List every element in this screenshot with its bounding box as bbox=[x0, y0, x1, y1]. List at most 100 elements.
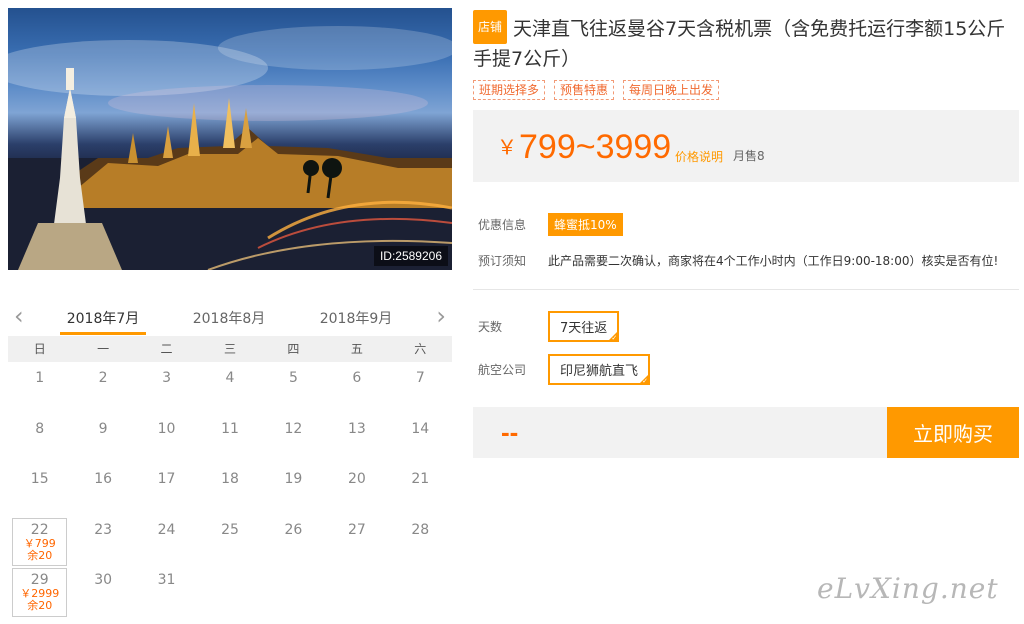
tab-month-2018-08[interactable]: 2018年8月 bbox=[184, 308, 274, 328]
calendar-day: 1 bbox=[8, 364, 71, 415]
calendar-day: 4 bbox=[198, 364, 261, 415]
calendar-day: 16 bbox=[71, 465, 134, 516]
calendar-day: 18 bbox=[198, 465, 261, 516]
total-price: -- bbox=[501, 417, 519, 447]
calendar-day: 10 bbox=[135, 415, 198, 466]
monthly-sales: 月售8 bbox=[733, 149, 765, 163]
discount-badge: 蜂蜜抵10% bbox=[548, 213, 623, 236]
day-number: 6 bbox=[352, 370, 362, 386]
day-number: 16 bbox=[94, 471, 113, 487]
currency-symbol: ￥ bbox=[497, 137, 517, 159]
calendar-day: 14 bbox=[389, 415, 452, 466]
image-id-badge: ID:2589206 bbox=[373, 246, 448, 266]
day-number: 24 bbox=[157, 521, 176, 538]
calendar-day: 5 bbox=[262, 364, 325, 415]
chevron-right-icon[interactable]: › bbox=[436, 302, 446, 330]
chevron-left-icon[interactable]: ‹ bbox=[14, 302, 24, 330]
section-divider bbox=[473, 289, 1019, 290]
tag-sunday-departure: 每周日晚上出发 bbox=[623, 80, 720, 100]
days-label: 天数 bbox=[478, 320, 503, 334]
tab-month-2018-09[interactable]: 2018年9月 bbox=[311, 308, 401, 328]
day-number: 13 bbox=[347, 420, 366, 437]
calendar-day: 24 bbox=[135, 516, 198, 567]
product-title: 天津直飞往返曼谷7天含税机票（含免费托运行李额15公斤手提7公斤） bbox=[473, 18, 1006, 70]
booking-notice: 此产品需要二次确认，商家将在4个工作小时内（工作日9:00-18:00）核实是否… bbox=[548, 254, 999, 268]
calendar-day-available[interactable]: 29 ￥2999 余20 bbox=[12, 568, 68, 617]
day-number: 4 bbox=[225, 370, 235, 386]
weekday-wed: 三 bbox=[223, 342, 236, 356]
calendar-day: 19 bbox=[262, 465, 325, 516]
day-number: 18 bbox=[221, 471, 239, 487]
tab-month-2018-07[interactable]: 2018年7月 bbox=[58, 308, 148, 335]
tag-schedule-options: 班期选择多 bbox=[473, 80, 546, 100]
calendar-day: 3 bbox=[135, 364, 198, 415]
buy-now-button[interactable]: 立即购买 bbox=[887, 407, 1019, 458]
calendar-day: 20 bbox=[325, 465, 388, 516]
price-range-value: 799~3999 bbox=[519, 128, 672, 166]
weekday-tue: 二 bbox=[160, 342, 173, 356]
calendar-day: 21 bbox=[389, 465, 452, 516]
day-number: 1 bbox=[35, 370, 45, 386]
day-number: 21 bbox=[411, 471, 430, 487]
calendar-day: 2 bbox=[71, 364, 134, 415]
day-number: 5 bbox=[288, 370, 298, 386]
day-price: ￥799 bbox=[23, 536, 56, 550]
calendar-day: 6 bbox=[325, 364, 388, 415]
calendar-day: 31 bbox=[135, 566, 198, 617]
day-number: 28 bbox=[411, 521, 430, 538]
calendar-day: 25 bbox=[198, 516, 261, 567]
month-navigation: ‹ 2018年7月 2018年8月 2018年9月 › bbox=[8, 300, 452, 336]
day-number: 19 bbox=[284, 471, 303, 487]
feature-tags: 班期选择多 预售特惠 每周日晚上出发 bbox=[473, 80, 720, 100]
product-header: 店铺 天津直飞往返曼谷7天含税机票（含免费托运行李额15公斤手提7公斤） bbox=[473, 10, 1018, 74]
weekday-mon: 一 bbox=[97, 342, 110, 356]
weekday-sun: 日 bbox=[33, 342, 46, 356]
product-photo: ID:2589206 bbox=[8, 8, 452, 270]
calendar-day: 11 bbox=[198, 415, 261, 466]
temple-night-illustration bbox=[8, 26, 452, 270]
day-number: 9 bbox=[98, 420, 108, 437]
day-number: 31 bbox=[157, 572, 176, 588]
day-number: 23 bbox=[94, 521, 113, 538]
airline-option-label: 印尼狮航直飞 bbox=[560, 364, 639, 379]
calendar-day-available[interactable]: 22 ￥799 余20 bbox=[12, 517, 68, 566]
discount-label: 优惠信息 bbox=[478, 218, 527, 232]
price-range: ￥799~3999 bbox=[497, 128, 671, 167]
day-number: 27 bbox=[347, 521, 366, 538]
notice-label: 预订须知 bbox=[478, 254, 527, 268]
day-number: 14 bbox=[411, 420, 430, 437]
departure-calendar: 日 一 二 三 四 五 六 1 2 3 4 5 6 7 8 9 10 11 12 13 14 15 16 17 1… bbox=[8, 336, 452, 617]
tag-presale-deal: 预售特惠 bbox=[554, 80, 615, 100]
shop-badge: 店铺 bbox=[473, 10, 508, 44]
purchase-bar: -- 立即购买 bbox=[473, 407, 1019, 458]
price-explain-link[interactable]: 价格说明 bbox=[675, 148, 723, 165]
site-watermark: eLvXing.net bbox=[817, 572, 999, 605]
day-number: 2 bbox=[98, 370, 108, 386]
days-option-7day-roundtrip[interactable]: 7天往返 ✓ bbox=[548, 311, 620, 342]
day-number: 20 bbox=[347, 471, 366, 487]
price-panel: ￥799~3999 价格说明 月售8 bbox=[473, 110, 1019, 182]
calendar-day: 26 bbox=[262, 516, 325, 567]
weekday-thu: 四 bbox=[287, 342, 300, 356]
day-number: 3 bbox=[162, 370, 172, 386]
day-number: 15 bbox=[30, 471, 49, 487]
weekday-fri: 五 bbox=[350, 342, 363, 356]
day-number: 10 bbox=[157, 420, 176, 437]
airline-label: 航空公司 bbox=[478, 363, 527, 377]
day-number: 30 bbox=[94, 572, 113, 588]
day-stock: 余20 bbox=[27, 599, 53, 612]
weekday-sat: 六 bbox=[414, 342, 427, 356]
day-number: 12 bbox=[284, 420, 303, 437]
weekday-header: 日 一 二 三 四 五 六 bbox=[8, 336, 452, 362]
airline-option-lion-air[interactable]: 印尼狮航直飞 ✓ bbox=[548, 354, 651, 385]
calendar-day: 12 bbox=[262, 415, 325, 466]
day-number: 7 bbox=[415, 370, 425, 386]
day-number: 29 bbox=[30, 572, 49, 588]
calendar-day: 28 bbox=[389, 516, 452, 567]
check-icon: ✓ bbox=[611, 334, 618, 342]
calendar-day: 7 bbox=[389, 364, 452, 415]
calendar-days-grid: 1 2 3 4 5 6 7 8 9 10 11 12 13 14 15 16 17 18 19 20 21 22 ￥799 余… bbox=[8, 364, 452, 617]
day-number: 26 bbox=[284, 521, 303, 538]
calendar-day: 30 bbox=[71, 566, 134, 617]
calendar-day: 8 bbox=[8, 415, 71, 466]
